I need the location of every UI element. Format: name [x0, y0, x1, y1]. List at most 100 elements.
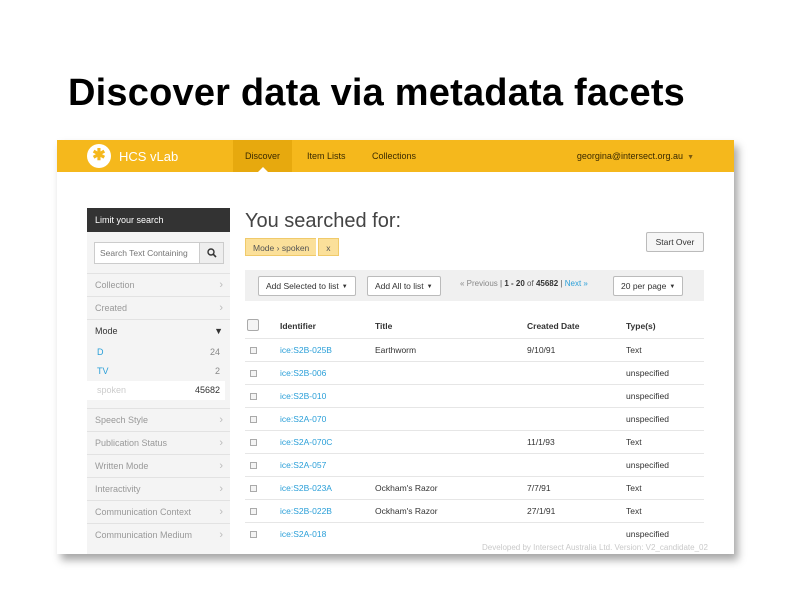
facet-value-count: 45682 — [194, 385, 220, 395]
item-identifier-link[interactable]: ice:S2A-018 — [280, 523, 326, 546]
row-checkbox[interactable] — [250, 370, 257, 377]
chevron-right-icon: › — [219, 414, 223, 426]
facet-label: Written Mode — [95, 461, 149, 471]
previous-link[interactable]: « Previous — [460, 279, 498, 288]
column-header-types[interactable]: Type(s) — [626, 315, 656, 338]
nav-discover[interactable]: Discover — [233, 140, 293, 172]
facet-value-spoken[interactable]: spoken 45682 — [87, 381, 225, 400]
facet-label: Interactivity — [95, 484, 141, 494]
column-header-title[interactable]: Title — [375, 315, 392, 338]
search-constraint: Mode › spoken x — [245, 238, 339, 256]
button-label: Add Selected to list — [266, 281, 339, 291]
chevron-right-icon: › — [219, 483, 223, 495]
user-menu[interactable]: georgina@intersect.org.au ▼ — [577, 140, 694, 172]
facet-value-label: D — [97, 347, 104, 357]
remove-constraint-button[interactable]: x — [318, 238, 339, 256]
table-row: ice:S2B-022B Ockham's Razor 27/1/91 Text — [245, 499, 704, 522]
facet-created[interactable]: Created › — [87, 296, 230, 319]
results-toolbar: Add Selected to list ▼ Add All to list ▼ «… — [245, 270, 704, 301]
add-selected-to-list-button[interactable]: Add Selected to list ▼ — [258, 276, 356, 296]
item-type: Text — [626, 437, 642, 447]
column-header-identifier[interactable]: Identifier — [280, 315, 316, 338]
item-identifier-link[interactable]: ice:S2B-025B — [280, 339, 332, 362]
item-created-date: 27/1/91 — [527, 506, 556, 516]
chevron-down-icon: ▼ — [687, 154, 694, 161]
brand-link[interactable]: ✱ HCS vLab — [87, 143, 178, 169]
row-checkbox[interactable] — [250, 416, 257, 423]
select-all-checkbox[interactable] — [247, 319, 259, 331]
person-logo-icon: ✱ — [87, 144, 111, 168]
select-value: 20 per page — [621, 281, 667, 291]
row-checkbox[interactable] — [250, 508, 257, 515]
chevron-right-icon: › — [219, 506, 223, 518]
facet-value-tv[interactable]: TV 2 — [87, 362, 230, 381]
facet-communication-medium[interactable]: Communication Medium › — [87, 523, 230, 546]
facet-value-label: spoken — [97, 385, 127, 395]
pager-separator: | — [500, 279, 503, 288]
item-title: Earthworm — [375, 345, 417, 355]
per-page-select[interactable]: 20 per page ▼ — [613, 276, 684, 296]
facet-value-label: TV — [97, 366, 109, 376]
facet-collection[interactable]: Collection › — [87, 273, 230, 296]
chevron-right-icon: › — [219, 302, 223, 314]
item-identifier-link[interactable]: ice:S2A-057 — [280, 454, 326, 477]
table-row: ice:S2B-025B Earthworm 9/10/91 Text — [245, 338, 704, 361]
table-row: ice:S2A-070C 11/1/93 Text — [245, 430, 704, 453]
item-identifier-link[interactable]: ice:S2B-022B — [280, 500, 332, 523]
facet-value-count: 2 — [214, 366, 220, 376]
chevron-right-icon: › — [219, 460, 223, 472]
constraint-separator: › — [276, 243, 280, 253]
facet-label: Publication Status — [95, 438, 168, 448]
search-button[interactable] — [199, 243, 223, 263]
item-identifier-link[interactable]: ice:S2B-006 — [280, 362, 326, 385]
next-link[interactable]: Next » — [565, 279, 588, 288]
constraint-label[interactable]: Mode › spoken — [245, 238, 317, 256]
brand-name: HCS vLab — [119, 148, 179, 164]
item-identifier-link[interactable]: ice:S2A-070C — [280, 431, 332, 454]
start-over-button[interactable]: Start Over — [646, 232, 704, 252]
item-identifier-link[interactable]: ice:S2A-070 — [280, 408, 326, 431]
row-checkbox[interactable] — [250, 485, 257, 492]
row-checkbox[interactable] — [250, 439, 257, 446]
nav-collections[interactable]: Collections — [360, 140, 428, 172]
add-all-to-list-button[interactable]: Add All to list ▼ — [367, 276, 441, 296]
facet-speech-style[interactable]: Speech Style › — [87, 408, 230, 431]
column-header-created-date[interactable]: Created Date — [527, 315, 579, 338]
table-header: Identifier Title Created Date Type(s) — [245, 315, 704, 338]
facet-interactivity[interactable]: Interactivity › — [87, 477, 230, 500]
nav-item-lists[interactable]: Item Lists — [295, 140, 358, 172]
facet-publication-status[interactable]: Publication Status › — [87, 431, 230, 454]
caret-down-icon: ▼ — [341, 284, 348, 290]
item-created-date: 9/10/91 — [527, 345, 556, 355]
facet-value-d[interactable]: D 24 — [87, 343, 230, 362]
item-identifier-link[interactable]: ice:S2B-023A — [280, 477, 332, 500]
search-heading: You searched for: — [245, 210, 402, 232]
caret-down-icon: ▼ — [426, 284, 433, 290]
facet-communication-context[interactable]: Communication Context › — [87, 500, 230, 523]
table-row: ice:S2A-057 unspecified — [245, 453, 704, 476]
row-checkbox[interactable] — [250, 393, 257, 400]
pager-separator: | — [560, 279, 563, 288]
item-identifier-link[interactable]: ice:S2B-010 — [280, 385, 326, 408]
facet-label: Collection — [95, 280, 135, 290]
slide: Discover data via metadata facets ✱ HCS … — [0, 0, 800, 600]
item-type: Text — [626, 483, 642, 493]
table-row: ice:S2B-006 unspecified — [245, 361, 704, 384]
item-created-date: 7/7/91 — [527, 483, 551, 493]
row-checkbox[interactable] — [250, 531, 257, 538]
facet-mode[interactable]: Mode ▼ — [87, 319, 230, 342]
user-email: georgina@intersect.org.au — [576, 151, 684, 161]
facet-written-mode[interactable]: Written Mode › — [87, 454, 230, 477]
table-row: ice:S2B-010 unspecified — [245, 384, 704, 407]
sidebar-heading: Limit your search — [87, 208, 230, 232]
item-type: unspecified — [626, 460, 670, 470]
pager-range: 1 - 20 — [504, 279, 525, 288]
item-type: unspecified — [626, 368, 670, 378]
search-icon — [206, 248, 217, 258]
row-checkbox[interactable] — [250, 347, 257, 354]
item-type: unspecified — [626, 414, 670, 424]
item-title: Ockham's Razor — [375, 506, 438, 516]
row-checkbox[interactable] — [250, 462, 257, 469]
constraint-value: spoken — [281, 243, 310, 253]
search-input[interactable] — [95, 243, 201, 263]
